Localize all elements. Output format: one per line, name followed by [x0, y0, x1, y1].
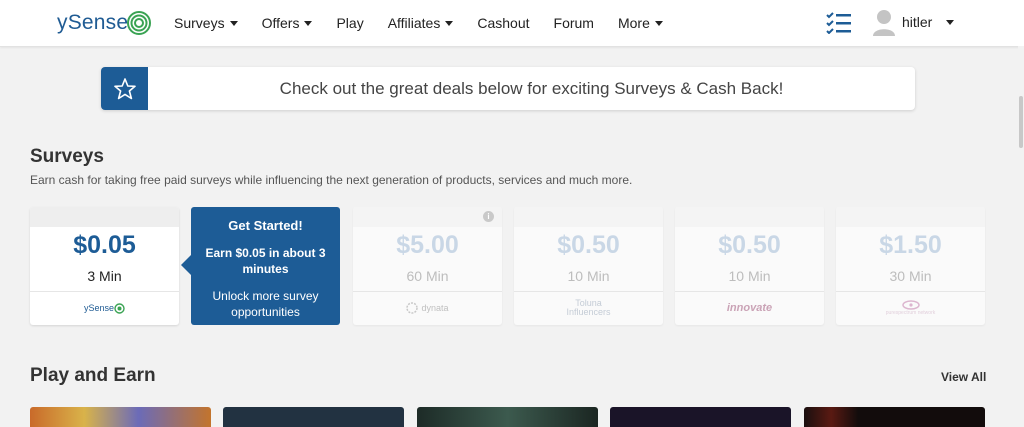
nav-play[interactable]: Play	[336, 15, 363, 31]
banner-star-box	[101, 67, 148, 110]
play-and-earn-title: Play and Earn	[30, 365, 156, 386]
get-started-cta[interactable]: Get Started! Earn $0.05 in about 3 minut…	[181, 207, 340, 325]
scrollbar-thumb[interactable]	[1019, 96, 1023, 148]
logo-rings-icon	[127, 11, 152, 35]
nav-affiliates[interactable]: Affiliates	[388, 15, 454, 31]
task-list-icon[interactable]	[826, 12, 852, 34]
survey-price: $0.50	[557, 231, 620, 259]
dynata-logo-icon	[406, 302, 419, 314]
nav-play-label: Play	[336, 15, 364, 31]
survey-price: $5.00	[396, 231, 459, 259]
survey-duration: 60 Min	[406, 268, 449, 284]
provider-logo-dynata: dynata	[353, 297, 502, 319]
nav-forum-label: Forum	[553, 15, 594, 31]
logo-rings-icon	[114, 302, 125, 314]
page-scrollbar[interactable]	[1018, 46, 1024, 422]
logo-text: ySense	[57, 11, 129, 34]
survey-price: $0.05	[73, 231, 136, 259]
avatar	[873, 10, 895, 36]
nav-cashout-label: Cashout	[477, 15, 530, 31]
survey-card-ysense[interactable]: $0.05 3 Min ySense	[30, 207, 179, 325]
game-thumbnail[interactable]	[30, 407, 211, 427]
provider-name: Toluna Influencers	[566, 298, 611, 317]
chevron-down-icon	[304, 20, 313, 26]
purespectrum-logo-icon	[901, 300, 920, 310]
cta-title: Get Started!	[228, 218, 303, 233]
card-header-strip	[675, 207, 824, 227]
main-nav: Surveys Offers Play Affiliates Cashout F…	[174, 0, 687, 46]
card-header-strip	[30, 207, 179, 227]
surveys-title: Surveys	[30, 146, 104, 167]
chevron-down-icon	[654, 20, 663, 26]
card-header-strip	[836, 207, 985, 227]
nav-affiliates-label: Affiliates	[387, 15, 441, 31]
nav-offers-label: Offers	[261, 15, 300, 31]
deals-banner: Check out the great deals below for exci…	[101, 67, 915, 110]
provider-name: ySense	[83, 303, 115, 313]
survey-duration: 10 Min	[728, 268, 771, 284]
nav-forum[interactable]: Forum	[554, 15, 594, 31]
view-all-link[interactable]: View All	[941, 370, 986, 384]
provider-name: innovate	[726, 302, 773, 314]
nav-more-label: More	[617, 15, 650, 31]
cta-earn-text: Earn $0.05 in about 3 minutes	[205, 246, 326, 276]
card-divider	[30, 291, 179, 292]
game-thumbnail[interactable]	[610, 407, 791, 427]
star-icon	[113, 77, 136, 99]
provider-name: dynata	[421, 303, 449, 313]
chevron-down-icon	[445, 20, 454, 26]
survey-price: $1.50	[879, 231, 942, 259]
info-icon[interactable]: i	[483, 211, 494, 222]
survey-price: $0.50	[718, 231, 781, 259]
provider-logo-purespectrum: purespectrum network	[836, 297, 985, 319]
surveys-subtitle: Earn cash for taking free paid surveys w…	[30, 173, 633, 187]
provider-logo-innovate: innovate	[675, 297, 824, 319]
card-divider	[836, 291, 985, 292]
survey-card-innovate[interactable]: $0.50 10 Min innovate	[675, 207, 824, 325]
chevron-down-icon	[946, 19, 955, 25]
game-thumbnail[interactable]	[804, 407, 985, 427]
provider-logo-toluna: Toluna Influencers	[514, 297, 663, 319]
card-header-strip	[353, 207, 502, 227]
cta-unlock-text: Unlock more survey opportunities	[212, 289, 319, 319]
survey-duration: 30 Min	[889, 268, 932, 284]
card-divider	[353, 291, 502, 292]
nav-offers[interactable]: Offers	[262, 15, 313, 31]
game-thumbnail[interactable]	[417, 407, 598, 427]
user-menu[interactable]: hitler	[872, 8, 955, 36]
nav-surveys[interactable]: Surveys	[174, 15, 238, 31]
survey-card-toluna[interactable]: $0.50 10 Min Toluna Influencers	[514, 207, 663, 325]
card-header-strip	[514, 207, 663, 227]
provider-name: purespectrum network	[885, 310, 936, 316]
top-navigation-bar: ySense Surveys Offers Play Affiliates Ca…	[0, 0, 1024, 47]
ysense-logo[interactable]: ySense	[57, 6, 152, 40]
survey-card-purespectrum[interactable]: $1.50 30 Min purespectrum network	[836, 207, 985, 325]
game-thumbnail[interactable]	[223, 407, 404, 427]
username: hitler	[902, 14, 933, 30]
card-divider	[514, 291, 663, 292]
nav-more[interactable]: More	[618, 15, 663, 31]
nav-surveys-label: Surveys	[174, 15, 225, 31]
provider-logo-ysense: ySense	[30, 297, 179, 319]
card-divider	[675, 291, 824, 292]
survey-duration: 3 Min	[87, 268, 122, 284]
survey-duration: 10 Min	[567, 268, 610, 284]
survey-card-dynata[interactable]: $5.00 60 Min dynata	[353, 207, 502, 325]
nav-cashout[interactable]: Cashout	[477, 15, 529, 31]
banner-text: Check out the great deals below for exci…	[279, 78, 784, 98]
chevron-down-icon	[229, 20, 238, 26]
